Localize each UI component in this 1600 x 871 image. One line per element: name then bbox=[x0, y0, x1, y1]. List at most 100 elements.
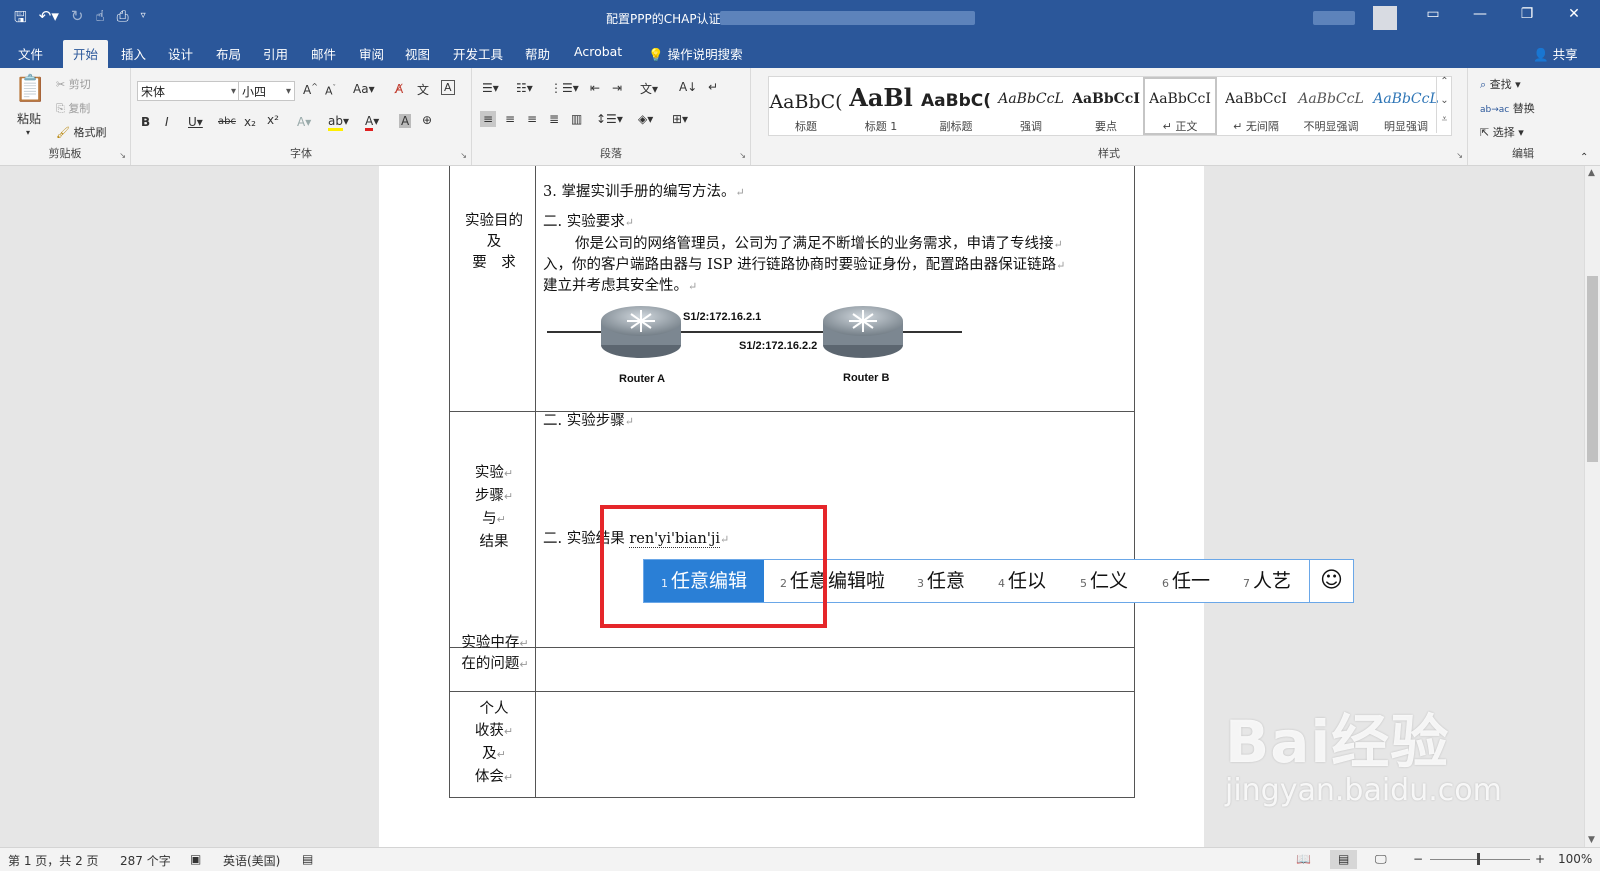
italic-icon[interactable]: I bbox=[165, 115, 169, 129]
scroll-up-icon[interactable]: ▲ bbox=[1588, 168, 1595, 178]
gallery-more-icon[interactable]: ⩡ bbox=[1436, 114, 1452, 133]
redo-icon[interactable]: ↻ bbox=[71, 7, 84, 32]
share-button[interactable]: 👤 共享 bbox=[1533, 44, 1578, 63]
tab-developer[interactable]: 开发工具 bbox=[453, 44, 503, 63]
zoom-slider-thumb[interactable] bbox=[1477, 853, 1480, 865]
strikethrough-icon[interactable]: abc bbox=[218, 116, 236, 127]
undo-icon[interactable]: ↶▾ bbox=[39, 7, 59, 32]
tab-acrobat[interactable]: Acrobat bbox=[574, 44, 622, 59]
tab-design[interactable]: 设计 bbox=[168, 44, 193, 63]
dialog-launcher-icon[interactable]: ↘ bbox=[460, 151, 467, 160]
ime-candidate-5[interactable]: 5 仁义 bbox=[1080, 560, 1128, 602]
zoom-in-icon[interactable]: + bbox=[1535, 852, 1545, 866]
tab-mailings[interactable]: 邮件 bbox=[311, 44, 336, 63]
web-layout-icon[interactable]: 🖵 bbox=[1375, 852, 1387, 867]
tab-layout[interactable]: 布局 bbox=[216, 44, 241, 63]
vertical-scrollbar[interactable]: ▲ ▼ bbox=[1584, 166, 1600, 847]
scroll-down-icon[interactable]: ▼ bbox=[1588, 835, 1595, 845]
style-emphasis[interactable]: AaBbCcL 强调 bbox=[994, 77, 1068, 135]
decrease-indent-icon[interactable]: ⇤ bbox=[590, 81, 600, 95]
change-case-button[interactable]: Aa▾ bbox=[353, 82, 375, 96]
shading-icon[interactable]: ◈▾ bbox=[638, 112, 653, 126]
cut-button[interactable]: ✂ 剪切 bbox=[56, 76, 91, 92]
print-layout-icon[interactable]: ▤ bbox=[1330, 850, 1358, 869]
word-count[interactable]: 287 个字 bbox=[120, 852, 171, 869]
numbering-icon[interactable]: ☷▾ bbox=[516, 81, 533, 95]
dialog-launcher-icon[interactable]: ↘ bbox=[739, 151, 746, 160]
text-effects-icon[interactable]: A▾ bbox=[297, 115, 311, 129]
text-direction-icon[interactable]: 文▾ bbox=[640, 80, 658, 97]
customize-qat-icon[interactable]: ▿ bbox=[141, 10, 146, 32]
style-normal[interactable]: AaBbCcI ↵ 正文 bbox=[1143, 77, 1217, 135]
ribbon-display-options-icon[interactable]: ▭ bbox=[1413, 6, 1453, 22]
select-button[interactable]: ⇱ 选择 ▾ bbox=[1480, 124, 1524, 140]
tab-home[interactable]: 开始 bbox=[63, 40, 109, 71]
align-left-icon[interactable]: ≡ bbox=[480, 111, 497, 127]
style-subtle-emphasis[interactable]: AaBbCcL 不明显强调 bbox=[1294, 77, 1368, 135]
replace-button[interactable]: ab→ac 替换 bbox=[1480, 100, 1535, 116]
distributed-icon[interactable]: ▥ bbox=[571, 112, 582, 126]
multilevel-list-icon[interactable]: ⋮☰▾ bbox=[550, 81, 579, 95]
justify-icon[interactable]: ≣ bbox=[549, 112, 559, 126]
zoom-level[interactable]: 100% bbox=[1558, 852, 1592, 866]
dialog-launcher-icon[interactable]: ↘ bbox=[119, 151, 126, 160]
subscript-icon[interactable]: x₂ bbox=[244, 115, 256, 129]
dialog-launcher-icon[interactable]: ↘ bbox=[1456, 151, 1463, 160]
read-mode-icon[interactable]: 📖 bbox=[1296, 852, 1311, 866]
grow-font-icon[interactable]: A^ bbox=[303, 82, 318, 97]
shrink-font-icon[interactable]: Aˇ bbox=[325, 84, 336, 98]
page-count[interactable]: 第 1 页，共 2 页 bbox=[8, 852, 99, 869]
show-marks-icon[interactable]: ↵ bbox=[708, 80, 718, 94]
enclose-char-icon[interactable]: ⊕ bbox=[422, 113, 432, 127]
align-center-icon[interactable]: ≡ bbox=[505, 112, 515, 126]
style-heading[interactable]: AaBbC(标题 bbox=[769, 77, 843, 135]
zoom-slider-track[interactable] bbox=[1430, 859, 1530, 860]
style-no-spacing[interactable]: AaBbCcI ↵ 无间隔 bbox=[1219, 77, 1293, 135]
line-spacing-icon[interactable]: ↕☰▾ bbox=[596, 112, 623, 126]
language-indicator[interactable]: 英语(美国) bbox=[223, 852, 280, 869]
char-shading-icon[interactable]: A bbox=[399, 114, 412, 128]
borders-icon[interactable]: ⊞▾ bbox=[672, 112, 688, 126]
tab-references[interactable]: 引用 bbox=[263, 44, 288, 63]
phonetic-guide-icon[interactable]: 文 bbox=[417, 81, 429, 98]
align-right-icon[interactable]: ≡ bbox=[527, 112, 537, 126]
proofing-icon[interactable]: ▣ bbox=[190, 852, 201, 866]
ime-candidate-3[interactable]: 3 任意 bbox=[917, 560, 965, 602]
tab-insert[interactable]: 插入 bbox=[121, 44, 146, 63]
style-heading-1[interactable]: AaBl 标题 1 bbox=[844, 77, 918, 135]
style-subtitle[interactable]: AaBbC(副标题 bbox=[919, 77, 993, 135]
clear-formatting-icon[interactable]: A̸ bbox=[395, 82, 403, 96]
font-family-combo[interactable]: 宋体 ▾ bbox=[137, 81, 240, 101]
macro-icon[interactable]: ▤ bbox=[302, 852, 313, 866]
copy-button[interactable]: ⎘ 复制 bbox=[56, 100, 90, 116]
superscript-icon[interactable]: x² bbox=[267, 113, 279, 127]
tell-me-search[interactable]: 💡 操作说明搜索 bbox=[648, 44, 743, 63]
underline-icon[interactable]: U▾ bbox=[188, 115, 203, 129]
collapse-ribbon-icon[interactable]: ⌃ bbox=[1580, 152, 1588, 163]
bold-icon[interactable]: B bbox=[141, 115, 150, 129]
tab-review[interactable]: 审阅 bbox=[359, 44, 384, 63]
paste-button[interactable]: 粘贴 bbox=[17, 110, 41, 127]
sort-icon[interactable]: A↓ bbox=[679, 80, 697, 94]
zoom-out-icon[interactable]: − bbox=[1413, 852, 1423, 866]
highlight-color-icon[interactable]: ab▾ bbox=[328, 114, 349, 131]
chevron-up-icon[interactable]: ⌃ bbox=[1436, 76, 1452, 95]
scrollbar-thumb[interactable] bbox=[1587, 276, 1598, 462]
print-preview-icon[interactable]: ⎙ bbox=[117, 7, 129, 32]
save-icon[interactable]: 🖫 bbox=[14, 7, 27, 32]
close-icon[interactable]: ✕ bbox=[1554, 6, 1594, 22]
paste-dropdown-icon[interactable]: ▾ bbox=[26, 128, 30, 137]
style-strong[interactable]: AaBbCcI 要点 bbox=[1069, 77, 1143, 135]
find-button[interactable]: ⌕ 查找 ▾ bbox=[1480, 76, 1521, 92]
tab-view[interactable]: 视图 bbox=[405, 44, 430, 63]
tab-help[interactable]: 帮助 bbox=[525, 44, 550, 63]
chevron-down-icon[interactable]: ⌄ bbox=[1436, 95, 1452, 114]
minimize-icon[interactable]: — bbox=[1460, 6, 1500, 22]
tab-file[interactable]: 文件 bbox=[18, 44, 43, 63]
font-color-icon[interactable]: A▾ bbox=[365, 114, 379, 131]
restore-icon[interactable]: ❐ bbox=[1507, 6, 1547, 22]
font-size-combo[interactable]: 小四 ▾ bbox=[238, 81, 295, 101]
ime-candidate-7[interactable]: 7 人艺 bbox=[1243, 560, 1291, 602]
avatar[interactable] bbox=[1373, 6, 1397, 30]
ime-candidate-6[interactable]: 6 任一 bbox=[1162, 560, 1210, 602]
